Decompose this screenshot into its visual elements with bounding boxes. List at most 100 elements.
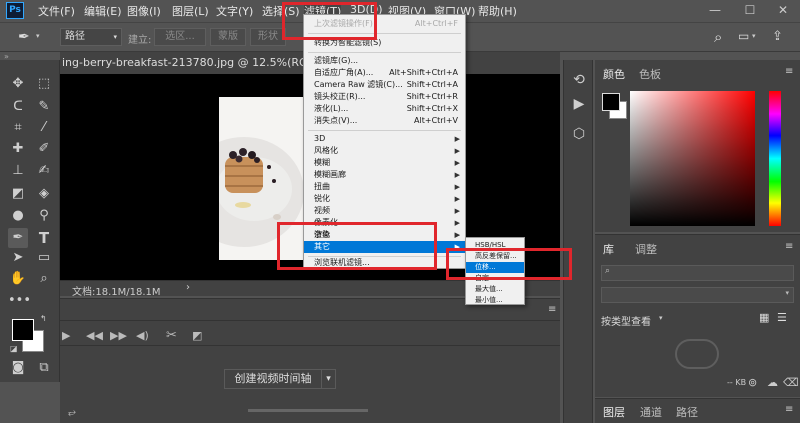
rectangle-tool-icon[interactable]: ▭ (34, 248, 54, 268)
pen-tool-icon[interactable]: ✒ (8, 228, 28, 248)
history-brush-tool-icon[interactable]: ✍ (34, 161, 54, 181)
panel-menu-icon[interactable]: ≡ (785, 241, 793, 252)
zoom-tool-icon[interactable]: ⌕ (34, 269, 54, 289)
grid-view-icon[interactable]: ▦ (759, 311, 769, 324)
screen-mode-icon[interactable]: ⧉ (34, 358, 54, 378)
chevron-down-icon[interactable]: ▾ (659, 314, 663, 322)
share-icon[interactable]: ⇪ (772, 29, 783, 44)
cc-icon[interactable]: ⊚ (748, 376, 757, 389)
render-icon[interactable]: ⥂ (68, 407, 76, 418)
marquee-tool-icon[interactable]: ⬚ (34, 74, 54, 94)
audio-icon[interactable]: ◀) (136, 329, 149, 342)
menu-item-lens-correction[interactable]: 镜头校正(R)... Shift+Ctrl+R (304, 91, 465, 103)
close-button[interactable]: ✕ (768, 0, 798, 20)
cloud-sync-icon[interactable]: ☁ (767, 376, 778, 389)
pen-tool-icon[interactable]: ✒ (18, 29, 30, 45)
stamp-tool-icon[interactable]: ⊥ (8, 161, 28, 181)
forward-icon[interactable]: ▶▶ (110, 329, 127, 342)
minimize-button[interactable]: — (700, 0, 730, 20)
status-menu-arrow[interactable]: › (186, 282, 190, 293)
menu-item-liquify[interactable]: 液化(L)... Shift+Ctrl+X (304, 103, 465, 115)
list-view-icon[interactable]: ☰ (777, 311, 787, 324)
actions-play-icon[interactable]: ▶ (564, 96, 594, 112)
lasso-tool-icon[interactable]: ᑕ (8, 97, 28, 117)
tab-swatches[interactable]: 色板 (639, 66, 661, 82)
chevron-down-icon[interactable]: ▾ (322, 369, 336, 389)
brush-tool-icon[interactable]: ✐ (34, 139, 54, 159)
menu-item-adaptive-wide-angle[interactable]: 自适应广角(A)... Alt+Shift+Ctrl+A (304, 67, 465, 79)
libraries-panel: 库 调整 ≡ ⌕ ▾ 按类型查看 ▾ ▦ ☰ -- KB ⊚ ☁ ⌫ (595, 234, 800, 397)
panel-menu-icon[interactable]: ≡ (548, 304, 556, 315)
tab-paths[interactable]: 路径 (676, 404, 698, 420)
more-tools-icon[interactable]: ••• (8, 291, 31, 311)
menu-item-distort[interactable]: 扭曲 ▶ (304, 181, 465, 193)
menu-item-filter-gallery[interactable]: 滤镜库(G)... (304, 55, 465, 67)
menu-item-blur-gallery[interactable]: 模糊画廊 ▶ (304, 169, 465, 181)
view-by-type-label[interactable]: 按类型查看 (601, 313, 651, 328)
color-spectrum-field[interactable] (630, 91, 755, 226)
blur-tool-icon[interactable]: ● (8, 206, 28, 226)
menu-file[interactable]: 文件(F) (38, 3, 75, 19)
paint-bucket-tool-icon[interactable]: ◈ (34, 184, 54, 204)
play-icon[interactable]: ▶ (62, 329, 70, 342)
eraser-tool-icon[interactable]: ◩ (8, 184, 28, 204)
quick-select-tool-icon[interactable]: ✎ (34, 97, 54, 117)
tab-layers[interactable]: 图层 (603, 404, 625, 420)
make-selection-button[interactable]: 选区... (154, 28, 206, 46)
healing-tool-icon[interactable]: ✚ (8, 139, 28, 159)
search-icon[interactable]: ⌕ (714, 28, 722, 46)
foreground-color-swatch[interactable] (602, 93, 620, 111)
menu-item-sharpen[interactable]: 锐化 ▶ (304, 193, 465, 205)
library-search-input[interactable]: ⌕ (601, 265, 794, 281)
collapse-icon[interactable]: » (4, 52, 9, 61)
hue-slider[interactable] (769, 91, 781, 226)
split-icon[interactable]: ✂ (166, 328, 177, 343)
menu-help[interactable]: 帮助(H) (478, 3, 517, 19)
crop-tool-icon[interactable]: ⌗ (8, 118, 28, 138)
panel-menu-icon[interactable]: ≡ (785, 66, 793, 77)
tab-channels[interactable]: 通道 (640, 404, 662, 420)
panel-menu-icon[interactable]: ≡ (785, 404, 793, 415)
foreground-color-swatch[interactable] (12, 319, 34, 341)
quick-mask-icon[interactable]: ◙ (8, 358, 28, 378)
transition-icon[interactable]: ◩ (192, 329, 202, 342)
tab-libraries[interactable]: 库 (603, 241, 614, 257)
create-video-timeline-button[interactable]: 创建视频时间轴 (224, 369, 322, 389)
trash-icon[interactable]: ⌫ (783, 376, 799, 389)
default-colors-icon[interactable]: ◪ (10, 344, 18, 353)
menu-image[interactable]: 图像(I) (127, 3, 161, 19)
menu-item-camera-raw[interactable]: Camera Raw 滤镜(C)... Shift+Ctrl+A (304, 79, 465, 91)
eyedropper-tool-icon[interactable]: ⁄ (34, 118, 54, 138)
maximize-button[interactable]: ☐ (735, 0, 765, 20)
menu-item-blur[interactable]: 模糊 ▶ (304, 157, 465, 169)
rewind-icon[interactable]: ◀◀ (86, 329, 103, 342)
dodge-tool-icon[interactable]: ⚲ (34, 206, 54, 226)
3d-icon[interactable]: ⬡ (564, 126, 594, 142)
menu-type[interactable]: 文字(Y) (216, 3, 253, 19)
move-tool-icon[interactable]: ✥ (8, 74, 28, 94)
path-select-tool-icon[interactable]: ➤ (8, 248, 28, 268)
menu-item-stylize[interactable]: 风格化 ▶ (304, 145, 465, 157)
chevron-down-icon[interactable]: ▾ (752, 32, 756, 40)
menu-item-video[interactable]: 视频 ▶ (304, 205, 465, 217)
hand-tool-icon[interactable]: ✋ (8, 269, 28, 289)
menu-item-vanishing-point[interactable]: 消失点(V)... Alt+Ctrl+V (304, 115, 465, 127)
library-size-label: -- KB (727, 378, 747, 387)
submenu-item-maximum[interactable]: 最大值... (466, 284, 524, 295)
timeline-scrollbar[interactable] (248, 409, 368, 412)
tool-mode-select[interactable]: 路径 ▾ (60, 28, 122, 46)
swap-colors-icon[interactable]: ↰ (40, 314, 47, 323)
submenu-item-minimum[interactable]: 最小值... (466, 295, 524, 306)
menu-layer[interactable]: 图层(L) (172, 3, 209, 19)
tab-color[interactable]: 颜色 (603, 66, 625, 82)
make-shape-button[interactable]: 形状 (250, 28, 286, 46)
chevron-down-icon[interactable]: ▾ (36, 32, 40, 40)
workspace-icon[interactable]: ▭ (738, 29, 749, 43)
menu-item-3d[interactable]: 3D ▶ (304, 133, 465, 145)
library-select[interactable]: ▾ (601, 287, 794, 303)
tab-adjustments[interactable]: 调整 (635, 241, 657, 257)
type-tool-icon[interactable]: T (34, 228, 54, 248)
history-icon[interactable]: ⟲ (564, 72, 594, 88)
menu-edit[interactable]: 编辑(E) (84, 3, 122, 19)
make-mask-button[interactable]: 蒙版 (210, 28, 246, 46)
